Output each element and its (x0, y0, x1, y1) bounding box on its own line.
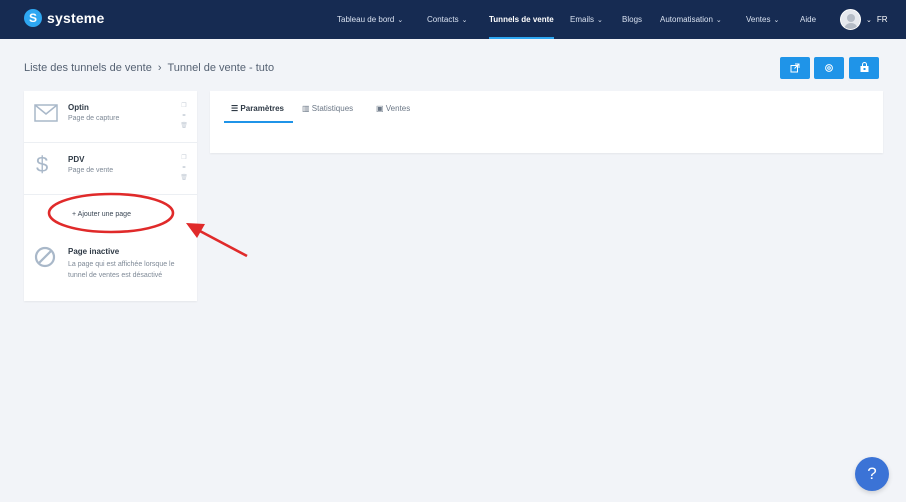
tab-statistiques[interactable]: ▥ Statistiques (302, 103, 353, 123)
nav-label: Tableau de bord (337, 15, 395, 24)
breadcrumb-parent-link[interactable]: Liste des tunnels de vente (24, 62, 152, 74)
nav-blogs[interactable]: Blogs (622, 0, 642, 39)
funnel-page-optin[interactable]: Optin Page de capture ❐ ⚭ 🗑 (24, 91, 197, 143)
chevron-down-icon: ⌄ (397, 17, 404, 24)
top-navbar: systeme Tableau de bord⌄ Contacts⌄ Tunne… (0, 0, 906, 39)
nav-emails[interactable]: Emails ⌄ (570, 0, 603, 39)
nav-label: Tunnels de vente (489, 15, 554, 24)
envelope-icon (34, 104, 58, 122)
page-title: PDV (68, 155, 85, 164)
nav-label: Ventes (746, 15, 771, 24)
nav-contacts[interactable]: Contacts ⌄ (427, 0, 467, 39)
nav-tableau-de-bord[interactable]: Tableau de bord ⌄ (337, 0, 403, 39)
bar-chart-icon: ▥ (302, 104, 312, 113)
funnel-page-pdv[interactable]: $ PDV Page de vente ❐ ⚭ 🗑 (24, 143, 197, 195)
chevron-down-icon: ⌄ (461, 17, 468, 24)
page-subtitle: Page de vente (68, 167, 114, 174)
page-title: Optin (68, 103, 89, 112)
trash-icon[interactable]: 🗑 (179, 173, 189, 183)
nav-label: Aide (800, 15, 817, 24)
forbidden-icon (34, 246, 56, 268)
svg-text:$: $ (36, 152, 48, 176)
tab-label: Ventes (385, 104, 411, 113)
systeme-logo-icon (24, 9, 42, 27)
systeme-logo[interactable]: systeme (24, 9, 104, 27)
external-link-icon (790, 63, 800, 73)
nav-tunnels-de-vente[interactable]: Tunnels de vente (489, 0, 554, 39)
tab-ventes[interactable]: ▣ Ventes (376, 103, 410, 123)
funnel-store-button[interactable] (849, 57, 879, 79)
link-icon[interactable]: ⚭ (179, 111, 189, 121)
page-row-actions: ❐ ⚭ 🗑 (179, 101, 189, 131)
nav-label: Contacts (427, 15, 459, 24)
chevron-down-icon: ⌄ (597, 17, 603, 24)
breadcrumb-current: Tunnel de vente - tuto (167, 62, 275, 74)
page-row-actions: ❐ ⚭ 🗑 (179, 153, 189, 183)
store-icon (860, 62, 868, 72)
chevron-down-icon: ⌄ (715, 17, 722, 24)
breadcrumb-separator: › (157, 62, 162, 74)
settings-icon (825, 64, 833, 72)
inactive-page-title[interactable]: Page inactive (68, 247, 119, 256)
chevron-down-icon: ⌄ (773, 17, 780, 24)
add-page-button[interactable]: + Ajouter une page (72, 211, 131, 218)
nav-label: Automatisation (660, 15, 713, 24)
trash-icon[interactable]: 🗑 (179, 121, 189, 131)
tab-label: Paramètres (240, 104, 284, 113)
tab-label: Statistiques (311, 104, 354, 113)
tab-parametres[interactable]: ☰ Paramètres (231, 103, 284, 123)
duplicate-icon[interactable]: ❐ (179, 101, 189, 111)
user-avatar[interactable] (840, 9, 861, 30)
active-tab-indicator (224, 121, 293, 123)
list-icon: ☰ (231, 104, 241, 113)
nav-label: Blogs (622, 15, 643, 24)
inactive-page-description: La page qui est affichée lorsque le tunn… (68, 261, 175, 279)
language-code: FR (876, 15, 888, 24)
open-funnel-button[interactable] (780, 57, 810, 79)
brand-name: systeme (47, 10, 105, 26)
annotation-arrow-shaft (197, 228, 248, 258)
language-selector[interactable]: ⌄ FR (866, 0, 888, 39)
nav-aide[interactable]: Aide (800, 0, 816, 39)
funnel-settings-button[interactable] (814, 57, 844, 79)
help-button[interactable]: ? (855, 457, 889, 491)
page-subtitle: Page de capture (68, 115, 120, 122)
dollar-icon: $ (36, 152, 48, 176)
breadcrumb: Liste des tunnels de vente › Tunnel de ven… (24, 62, 274, 74)
nav-automatisation[interactable]: Automatisation ⌄ (660, 0, 722, 39)
money-icon: ▣ (376, 104, 386, 113)
duplicate-icon[interactable]: ❐ (179, 153, 189, 163)
nav-ventes[interactable]: Ventes ⌄ (746, 0, 779, 39)
chevron-down-icon: ⌄ (866, 17, 872, 24)
nav-label: Emails (570, 15, 595, 24)
link-icon[interactable]: ⚭ (179, 163, 189, 173)
